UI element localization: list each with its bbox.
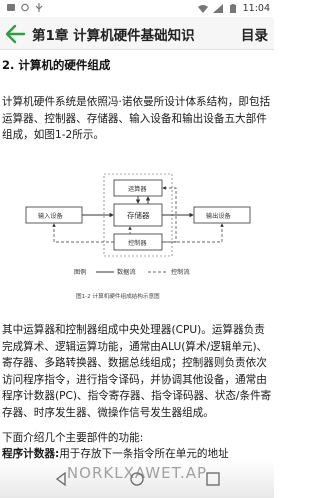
sync-icon — [21, 3, 29, 12]
status-left-icons — [6, 3, 44, 12]
toc-button[interactable]: 目录 — [241, 24, 268, 44]
section-heading: 2. 计算机的硬件组成 — [2, 58, 111, 72]
control-to-input — [52, 223, 114, 243]
signal-icon — [212, 4, 223, 13]
program-counter-desc: 用于存放下一条指令所在单元的地址 — [59, 448, 229, 460]
paragraph-intro: 计算机硬件系统是依照冯·诺依曼所设计体系结构，即包括运算器、控制器、存储器、输入… — [2, 96, 271, 142]
wifi-icon — [197, 5, 208, 13]
status-bar: 11:04 — [0, 0, 274, 17]
nav-recents-icon[interactable] — [204, 470, 222, 488]
legend-prefix: 图例 — [74, 268, 86, 276]
paragraph-intro-components: 下面介绍几个主要部件的功能: — [2, 432, 144, 444]
app-bar: 第1章 计算机硬件基础知识 目录 — [0, 17, 274, 50]
battery-icon — [229, 4, 236, 13]
legend-control-flow: 控制流 — [171, 268, 190, 276]
term-program-counter: 程序计数器: — [2, 448, 60, 460]
figure-caption: 图1-2 计算机硬件组成结构示意图 — [76, 292, 160, 300]
memory-label: 存储器 — [127, 210, 150, 220]
hardware-diagram: 运算器 存储器 控制器 输入设备 输出设备 图例 数据流 控制流 图1-2 计算… — [25, 173, 251, 300]
back-arrow-icon[interactable] — [4, 23, 28, 45]
output-label: 输出设备 — [206, 212, 232, 220]
control-to-output — [162, 223, 224, 243]
nav-home-icon[interactable] — [128, 470, 146, 488]
article-content: 2. 计算机的硬件组成 计算机硬件系统是依照冯·诺依曼所设计体系结构，即包括运算… — [0, 51, 274, 498]
nav-back-icon[interactable] — [52, 470, 70, 488]
status-time: 11:04 — [242, 3, 270, 14]
notification-icon — [7, 4, 15, 11]
page-title: 第1章 计算机硬件基础知识 — [32, 28, 195, 44]
status-right-icons: 11:04 — [197, 3, 270, 14]
legend-data-flow: 数据流 — [117, 268, 136, 276]
paragraph-cpu: 其中运算器和控制器组成中央处理器(CPU)。运算器负责完成算术、逻辑运算功能，通… — [2, 324, 272, 419]
input-label: 输入设备 — [38, 212, 64, 220]
alu-label: 运算器 — [128, 185, 147, 193]
control-label: 控制器 — [128, 239, 147, 247]
usb-icon — [35, 3, 43, 12]
